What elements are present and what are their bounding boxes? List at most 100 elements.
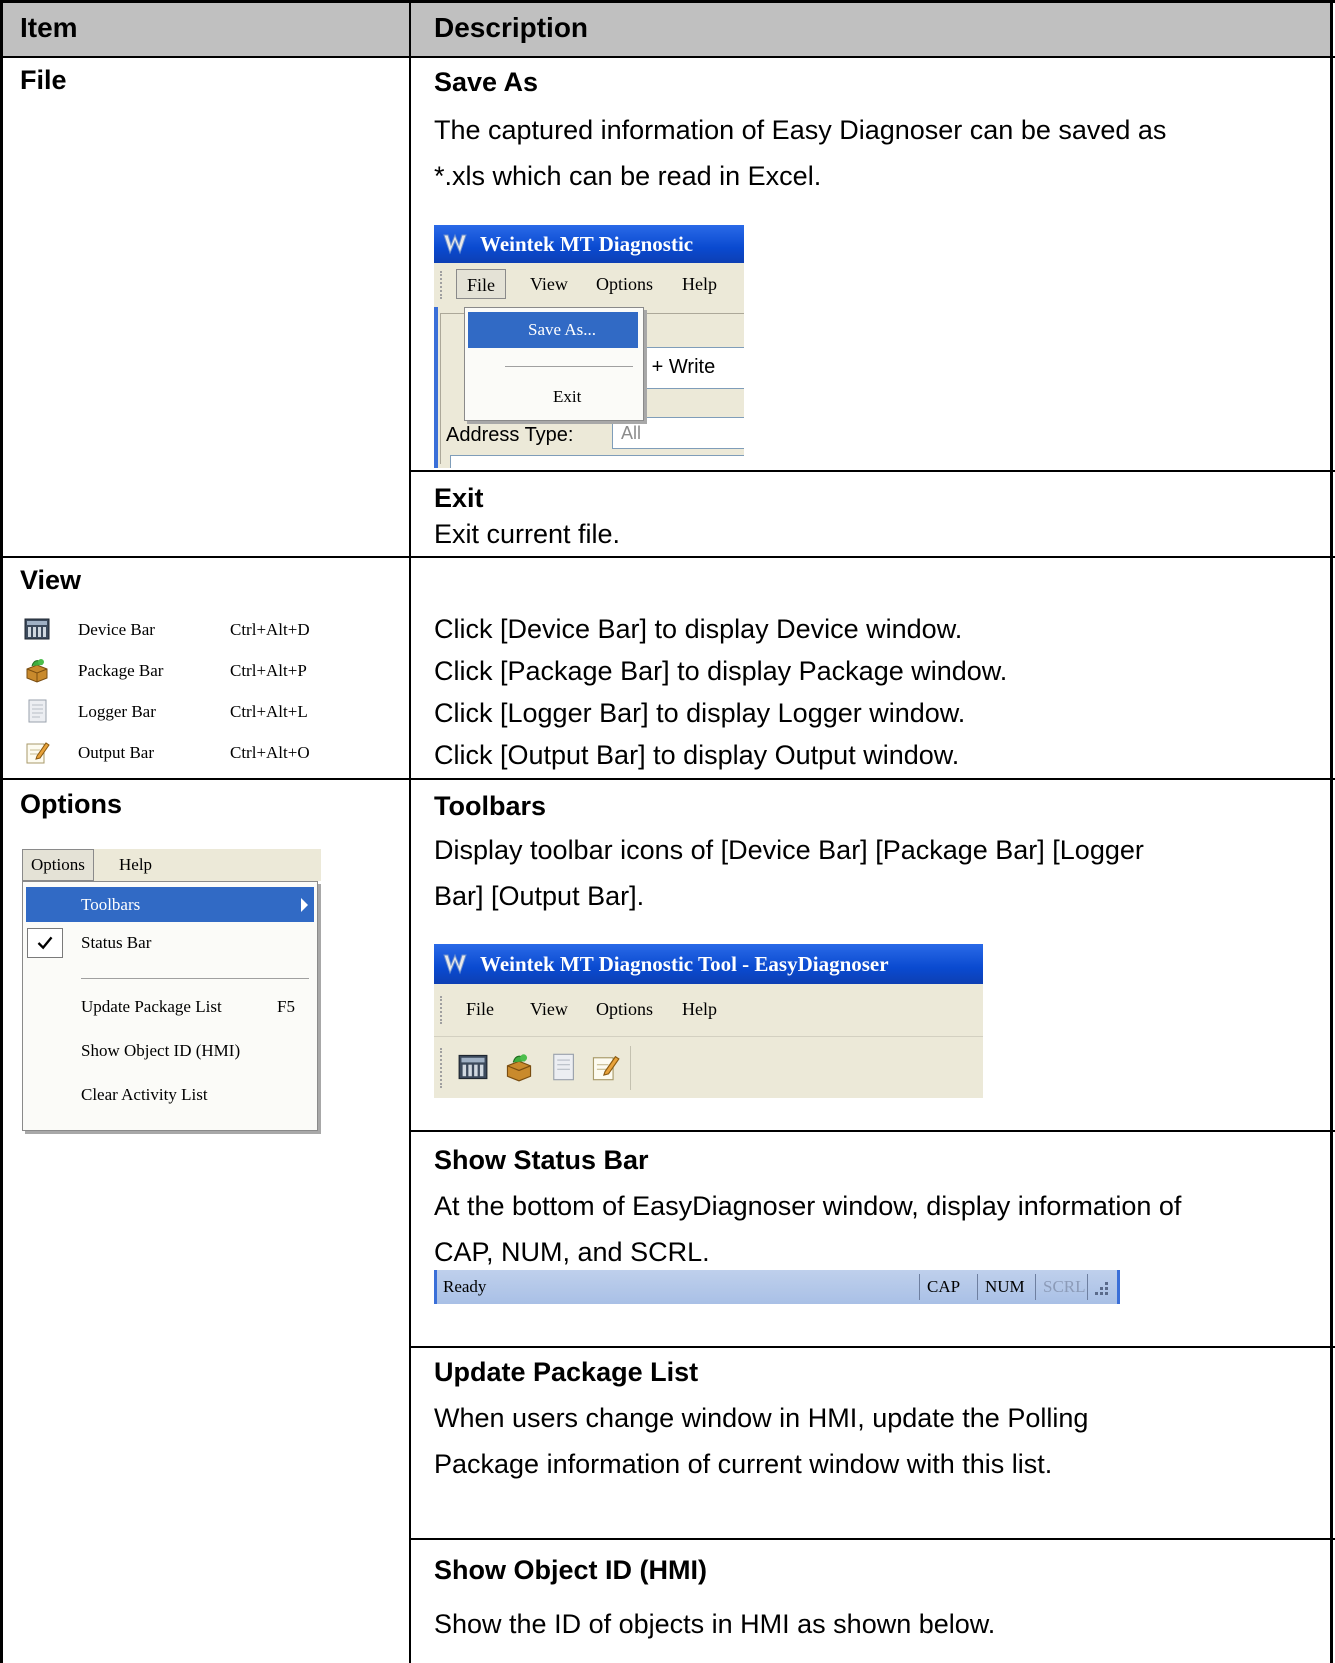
view-menu-shortcut: Ctrl+Alt+O [230, 743, 310, 762]
view-menu-shortcut: Ctrl+Alt+L [230, 702, 308, 721]
menu-item-save-as-label: Save As... [528, 320, 596, 339]
menubar-grip [440, 996, 445, 1024]
toolbars-desc-1: Display toolbar icons of [Device Bar] [P… [434, 835, 1144, 865]
file-menu-screenshot: Weintek MT Diagnostic File View Options … [434, 225, 744, 468]
status-scrl: SCRL [1043, 1277, 1086, 1296]
package-bar-icon[interactable] [504, 1052, 534, 1082]
menu-view[interactable]: View [530, 994, 568, 1024]
save-as-desc-1: The captured information of Easy Diagnos… [434, 115, 1167, 145]
view-menu-logger-bar[interactable]: Logger Bar Ctrl+Alt+L [24, 692, 344, 732]
menu-file[interactable]: File [466, 994, 494, 1024]
window-title: Weintek MT Diagnostic Tool - EasyDiagnos… [480, 952, 889, 976]
package-bar-icon [26, 659, 48, 683]
view-desc-package: Click [Package Bar] to display Package w… [434, 656, 1008, 686]
view-desc-logger: Click [Logger Bar] to display Logger win… [434, 698, 966, 728]
status-divider [1035, 1274, 1036, 1300]
show-object-id-title: Show Object ID (HMI) [434, 1555, 707, 1585]
menu-help[interactable]: Help [682, 994, 717, 1024]
save-as-desc-2: *.xls which can be read in Excel. [434, 161, 822, 191]
table-border-top [0, 0, 1335, 3]
table-rule [410, 1538, 1335, 1540]
menu-shortcut-f5: F5 [277, 997, 295, 1016]
status-cap: CAP [927, 1277, 961, 1296]
status-bar-desc-2: CAP, NUM, and SCRL. [434, 1237, 710, 1267]
status-num: NUM [985, 1277, 1025, 1296]
logger-bar-icon [28, 699, 47, 723]
exit-title: Exit [434, 483, 484, 513]
menu-options[interactable]: Options [596, 269, 653, 299]
window-titlebar: Weintek MT Diagnostic [434, 225, 744, 263]
toolbar-separator [630, 1046, 631, 1090]
options-menubar: Options Help [22, 849, 321, 881]
view-menu-output-bar[interactable]: Output Bar Ctrl+Alt+O [24, 733, 344, 773]
menu-separator [81, 978, 309, 979]
view-menu-label: Device Bar [78, 620, 155, 639]
table-rule [410, 1130, 1335, 1132]
table-header-background [3, 3, 1330, 56]
update-package-title: Update Package List [434, 1357, 699, 1387]
table-border-left [0, 0, 3, 1663]
status-divider [919, 1274, 920, 1300]
menu-options[interactable]: Options [22, 849, 94, 881]
address-type-label: Address Type: [446, 424, 574, 446]
header-item: Item [20, 12, 78, 43]
toolbar-grip [440, 1048, 445, 1088]
options-menu-screenshot: Options Help Toolbars Status Bar Update … [22, 849, 321, 1131]
menu-item-clear-activity-list[interactable]: Clear Activity List [81, 1078, 208, 1112]
device-bar-icon [24, 618, 50, 640]
save-as-title: Save As [434, 67, 539, 97]
table-rule [0, 56, 1335, 58]
status-bar-screenshot: Ready CAP NUM SCRL [434, 1270, 1120, 1304]
show-object-id-desc: Show the ID of objects in HMI as shown b… [434, 1609, 996, 1639]
item-view: View [20, 565, 82, 595]
view-menu-device-bar[interactable]: Device Bar Ctrl+Alt+D [24, 610, 344, 650]
device-bar-icon[interactable] [458, 1052, 488, 1082]
menu-item-update-package-list[interactable]: Update Package List [81, 990, 222, 1024]
toolbar [434, 1038, 983, 1098]
menu-item-save-as[interactable]: Save As... [468, 312, 638, 348]
app-logo-icon [443, 953, 467, 975]
menu-bar: File View Options Help [434, 984, 983, 1037]
table-rule [0, 556, 1335, 558]
output-bar-icon[interactable] [590, 1052, 620, 1082]
logger-bar-icon[interactable] [548, 1052, 578, 1082]
status-divider [1087, 1274, 1088, 1300]
toolbars-screenshot: Weintek MT Diagnostic Tool - EasyDiagnos… [434, 944, 983, 1098]
table-rule [410, 470, 1335, 472]
view-menu-label: Output Bar [78, 743, 155, 762]
menu-options[interactable]: Options [596, 994, 653, 1024]
submenu-arrow-icon [301, 898, 308, 912]
menu-item-toolbars[interactable]: Toolbars [26, 887, 314, 922]
item-options: Options [20, 789, 122, 819]
menu-description-table: Item Description File Save As The captur… [0, 0, 1335, 1663]
menu-bar: File View Options Help [434, 263, 744, 307]
menu-item-status-bar[interactable]: Status Bar [81, 926, 151, 960]
view-menu-package-bar[interactable]: Package Bar Ctrl+Alt+P [24, 651, 344, 691]
app-logo-icon [443, 233, 467, 255]
menu-item-toolbars-label: Toolbars [81, 895, 141, 914]
header-description: Description [434, 12, 589, 43]
toolbars-title: Toolbars [434, 791, 547, 821]
window-edge [434, 307, 438, 468]
menu-help[interactable]: Help [682, 269, 717, 299]
update-package-desc-1: When users change window in HMI, update … [434, 1403, 1089, 1433]
view-menu-label: Package Bar [78, 661, 164, 680]
mode-combo-value: d + Write [635, 356, 716, 378]
view-menu-label: Logger Bar [78, 702, 156, 721]
menu-view[interactable]: View [530, 269, 568, 299]
menu-item-show-object-id[interactable]: Show Object ID (HMI) [81, 1034, 240, 1068]
menu-item-exit[interactable]: Exit [553, 382, 581, 412]
view-desc-device: Click [Device Bar] to display Device win… [434, 614, 963, 644]
resize-grip-icon[interactable] [1091, 1276, 1111, 1298]
address-type-combo[interactable]: All [612, 417, 744, 449]
toolbars-desc-2: Bar] [Output Bar]. [434, 881, 645, 911]
status-bar-desc-1: At the bottom of EasyDiagnoser window, d… [434, 1191, 1182, 1221]
view-menu-shortcut: Ctrl+Alt+P [230, 661, 307, 680]
file-dropdown: Save As... Exit [464, 307, 644, 421]
menu-file[interactable]: File [456, 269, 507, 299]
mode-combo[interactable]: d + Write [628, 347, 744, 389]
menu-help[interactable]: Help [119, 849, 152, 881]
table-rule [410, 1346, 1335, 1348]
menu-separator [505, 366, 633, 367]
list-pane [450, 455, 744, 468]
